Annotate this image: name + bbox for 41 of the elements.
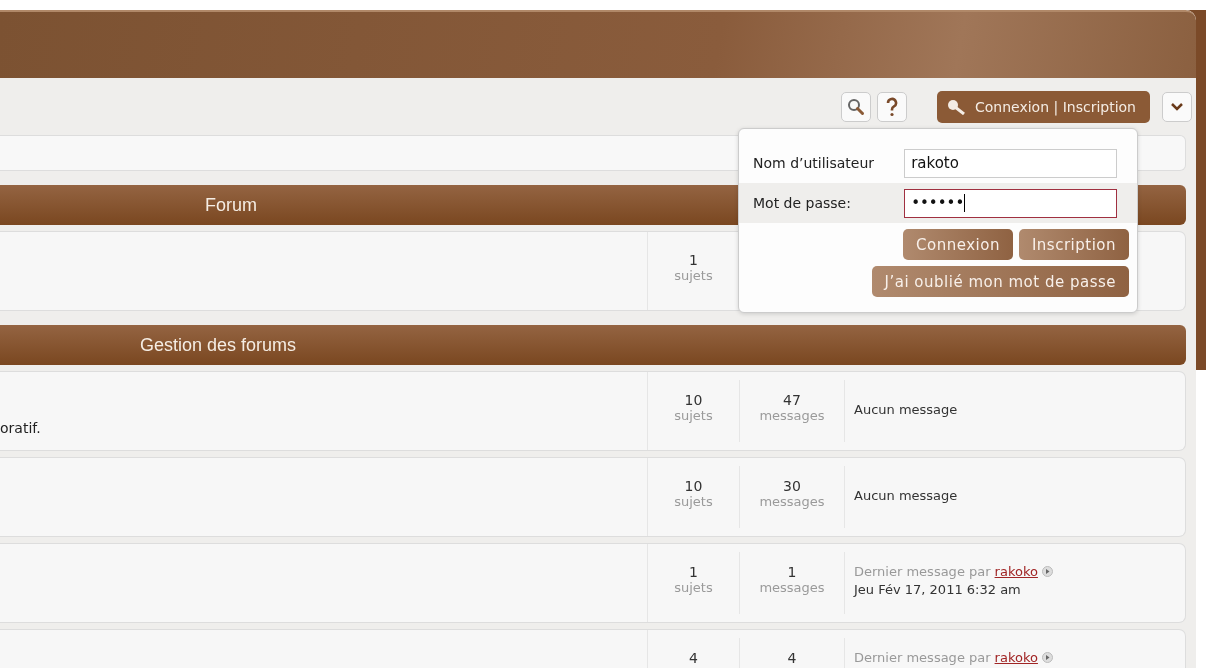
topic-label: sujets — [674, 408, 713, 423]
forgot-password-button[interactable]: J’ai oublié mon mot de passe — [871, 266, 1129, 297]
topic-count: 1 — [689, 252, 698, 268]
popup-button[interactable]: Inscription — [1018, 229, 1129, 260]
password-field[interactable]: •••••• — [904, 188, 1117, 218]
help-button[interactable] — [876, 91, 907, 122]
password-label: Mot de passe: — [753, 195, 852, 211]
login-button[interactable]: Connexion | Inscription — [936, 90, 1150, 123]
search-icon[interactable] — [846, 97, 865, 116]
last-post-prefix: Dernier message par — [854, 564, 991, 579]
no-message-text: Aucun message — [854, 488, 959, 503]
topic-label: sujets — [674, 268, 713, 283]
author-link[interactable]: rakoko — [994, 650, 1038, 665]
author-link[interactable]: rakoko — [994, 564, 1038, 579]
question-mark-icon[interactable] — [884, 96, 899, 117]
forum-description: oratif. — [0, 420, 41, 436]
post-label: messages — [759, 408, 825, 423]
post-count: 4 — [787, 650, 797, 666]
category-title: Gestion des forums — [140, 334, 297, 356]
key-icon — [946, 98, 967, 115]
popup-button[interactable]: Connexion — [903, 229, 1013, 260]
topic-count: 10 — [684, 478, 703, 494]
post-label: messages — [759, 580, 825, 595]
topic-label: sujets — [674, 494, 713, 509]
username-field[interactable]: rakoto — [904, 148, 1117, 178]
no-message-text: Aucun message — [854, 402, 959, 417]
topic-count: 10 — [684, 392, 703, 408]
post-label: messages — [759, 494, 825, 509]
post-count: 47 — [783, 392, 801, 408]
last-post-date: Jeu Fév 17, 2011 6:32 am — [854, 582, 1022, 597]
topic-count: 1 — [689, 564, 698, 580]
search-button[interactable] — [840, 91, 871, 122]
category-title: Forum — [205, 194, 257, 216]
last-post-prefix: Dernier message par — [854, 650, 991, 665]
post-count: 30 — [783, 478, 801, 494]
topic-label: sujets — [674, 580, 713, 595]
post-count: 1 — [787, 564, 797, 580]
topic-count: 4 — [689, 650, 698, 666]
username-label: Nom d’utilisateur — [753, 155, 876, 171]
dropdown-button[interactable] — [1162, 91, 1192, 122]
chevron-down-icon[interactable] — [1171, 102, 1183, 111]
